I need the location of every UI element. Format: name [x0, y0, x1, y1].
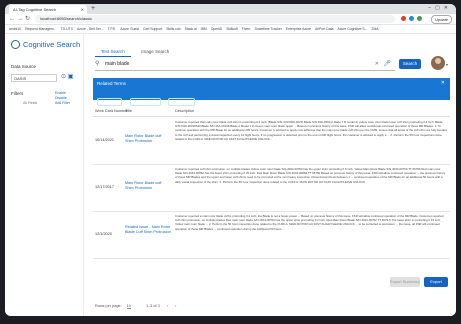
browser-window: AI-Tag Cognitive Search ✕ + –▢✕ ← → ↻ lo… — [5, 4, 456, 316]
tab-title: AI-Tag Cognitive Search — [13, 7, 57, 12]
bookmark-item[interactable]: TD-UTX — [61, 27, 73, 31]
page-range: 1–3 of 3 — [145, 304, 160, 308]
data-source-select[interactable]: OASIS — [11, 74, 57, 82]
window-controls[interactable]: –▢✕ — [428, 5, 452, 11]
url-field[interactable]: localhost:8050/search/classic — [35, 15, 395, 23]
column-header[interactable]: Title — [125, 109, 132, 113]
row-date: 12/17/2017 — [95, 185, 115, 189]
close-tab-icon[interactable]: ✕ — [81, 5, 84, 14]
table-row[interactable]: 12/1/2020 Related Issue - Main Rotor Bla… — [93, 212, 450, 259]
pagination: Rows per page: 10 1–3 of 3 ‹ › — [95, 304, 180, 309]
data-source-actions[interactable]: ⊙ ▣ — [61, 73, 73, 80]
results-table-header: Work Card Number Title Description — [93, 106, 450, 117]
reload-icon[interactable]: ↻ — [25, 15, 30, 23]
bookmark-item[interactable]: Downtime Tracker — [255, 27, 282, 31]
related-term-chip[interactable]: Blade Stuff — [97, 98, 123, 106]
app-logo: Cognitive Search — [11, 40, 80, 49]
rows-per-page-select[interactable]: 10 — [126, 304, 131, 309]
app-area: Cognitive Search Data Source OASIS ⊙ ▣ F… — [5, 34, 456, 316]
column-header[interactable]: Description — [175, 109, 194, 113]
filters-actions[interactable]: Enable Disable — [55, 91, 67, 101]
bookmark-item[interactable]: AirPort Data — [315, 27, 333, 31]
search-button[interactable]: Search — [399, 59, 421, 69]
bookmark-item[interactable]: OpenAI — [211, 27, 223, 31]
row-description: Customer reported that main rotor blade … — [175, 120, 447, 141]
column-header[interactable]: Work Card Number — [95, 109, 128, 113]
main-panel: Text Search Image Search ⚲ main blade ✕ … — [85, 34, 456, 316]
bookmark-item[interactable]: Azure Cognitive S... — [337, 27, 367, 31]
bookmark-item[interactable]: Enterprise Azure — [286, 27, 311, 31]
export-button[interactable]: Export — [424, 277, 448, 287]
extension-icon[interactable] — [409, 16, 414, 21]
close-icon[interactable]: ✕ — [441, 80, 445, 86]
search-tabs: Text Search Image Search — [95, 40, 175, 57]
filter-field[interactable]: All Fields — [23, 101, 37, 105]
row-date: 12/1/2020 — [95, 232, 112, 236]
search-box: ⚲ main blade ✕ 🎤︎ — [95, 58, 395, 71]
tab-bar: AI-Tag Cognitive Search ✕ + –▢✕ — [5, 4, 456, 14]
related-term-chip[interactable]: Blade Crack — [168, 98, 196, 106]
bookmark-item[interactable]: anubi10 — [9, 27, 21, 31]
add-filter-link[interactable]: Add Filter — [55, 101, 70, 105]
export-summary-button[interactable]: Export Summary — [390, 277, 420, 287]
logo-icon — [11, 40, 20, 49]
row-description: Customer reported a main rotor blade cuf… — [175, 214, 444, 231]
bookmark-item[interactable]: Stack.ai — [185, 27, 197, 31]
row-date: 10/14/2021 — [95, 138, 115, 142]
rows-per-page-label: Rows per page: — [95, 304, 122, 308]
bookmark-item[interactable]: Skills.cdn — [166, 27, 180, 31]
row-title[interactable]: Related Issue - Main Rotor Blade Cuff Sh… — [125, 225, 171, 235]
bookmark-item[interactable]: ZMA — [371, 27, 378, 31]
table-row[interactable]: 12/17/2017 Main Rotor Blade cuff Shim Pr… — [93, 165, 450, 212]
bookmark-item[interactable]: Skillsoft — [226, 27, 238, 31]
related-terms-title: Related Terms — [97, 81, 126, 86]
search-input[interactable]: main blade — [105, 61, 129, 67]
chevron-down-icon[interactable]: ▾ — [446, 62, 448, 67]
update-button[interactable]: Update — [431, 15, 452, 24]
bookmark-item[interactable]: Azure Guest — [120, 27, 139, 31]
bookmark-item[interactable]: Request Managem... — [25, 27, 56, 31]
row-title[interactable]: Main Rotor Blade cuff Shim Protrusion — [125, 134, 171, 144]
data-source-label: Data Source — [11, 64, 37, 69]
bookmarks-bar: anubi10 Request Managem... TD-UTX Azure - S… — [5, 25, 456, 34]
forward-icon[interactable]: → — [17, 15, 23, 23]
bookmark-item[interactable]: Azure - Self Ser... — [77, 27, 104, 31]
microphone-icon[interactable]: 🎤︎ — [383, 60, 391, 67]
extension-icon[interactable] — [417, 16, 422, 21]
row-title[interactable]: Main Rotor Blade cuff Shim Protrusion — [125, 181, 171, 191]
bookmark-item[interactable]: IBM — [201, 27, 207, 31]
browser-tab[interactable]: AI-Tag Cognitive Search ✕ — [9, 5, 87, 14]
new-tab-icon[interactable]: + — [91, 5, 95, 13]
bookmark-item[interactable]: T.P.E. — [108, 27, 117, 31]
page-nav-icons[interactable]: ‹ › — [167, 304, 180, 308]
address-bar: ← → ↻ localhost:8050/search/classic Upda… — [5, 14, 456, 25]
action-buttons: Export Summary Export — [390, 270, 448, 288]
table-row[interactable]: 10/14/2021 Main Rotor Blade cuff Shim Pr… — [93, 118, 450, 165]
search-icon: ⚲ — [95, 61, 100, 67]
row-description: Customer reported cuff shim protrusion, … — [175, 167, 446, 184]
bookmark-item[interactable]: Fiverr — [242, 27, 251, 31]
avatar[interactable] — [431, 56, 445, 70]
extension-icon[interactable] — [401, 16, 406, 21]
back-icon[interactable]: ← — [9, 15, 15, 23]
tab-text-search[interactable]: Text Search — [95, 47, 131, 57]
related-terms-panel: Related Terms ✕ Blade Stuff Blade Damage… — [93, 78, 450, 106]
sidebar: Cognitive Search Data Source OASIS ⊙ ▣ F… — [5, 34, 84, 316]
tab-image-search[interactable]: Image Search — [135, 47, 175, 56]
clear-icon[interactable]: ✕ — [375, 61, 379, 67]
filters-label: Filters — [11, 91, 24, 96]
bookmark-item[interactable]: Cert Support — [143, 27, 162, 31]
related-term-chip[interactable]: Blade Damage — [129, 98, 161, 106]
